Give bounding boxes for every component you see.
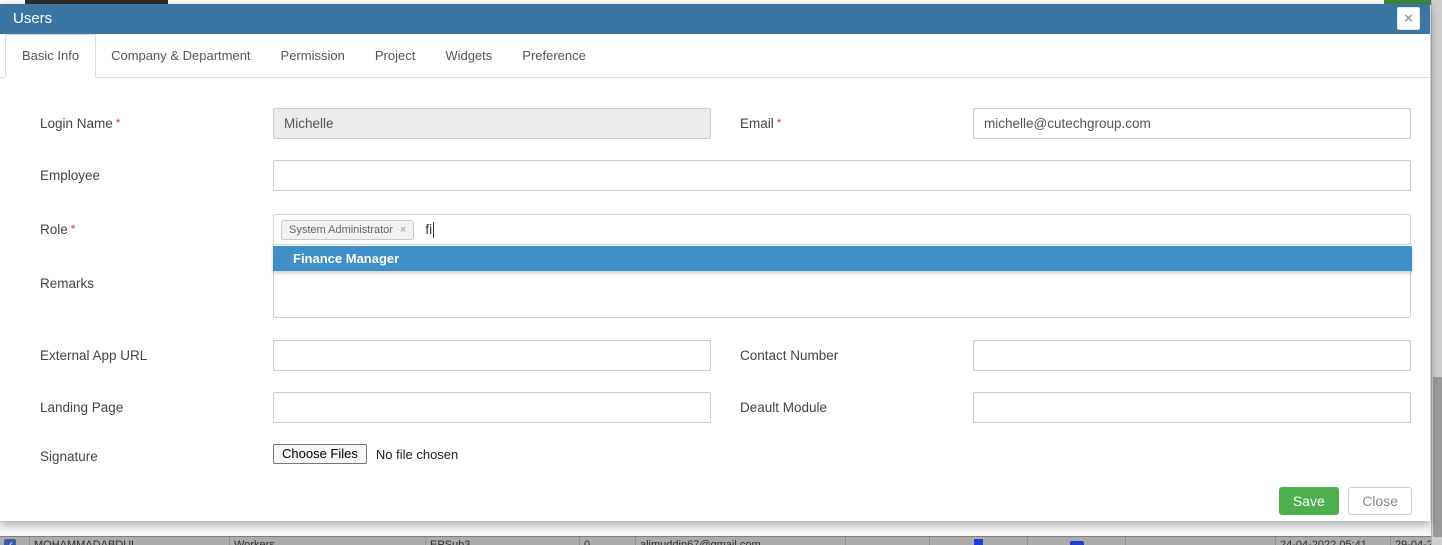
tab-preference[interactable]: Preference [507, 34, 601, 77]
flag-icon[interactable] [974, 539, 983, 545]
tab-company-department[interactable]: Company & Department [96, 34, 265, 77]
tab-bar: Basic Info Company & Department Permissi… [0, 34, 1430, 78]
page-root: ✓ MOHAMMADABDUL Workers EPSub3 0 alimudd… [0, 0, 1442, 545]
modal-title: Users [13, 4, 52, 34]
scrollbar-thumb[interactable] [1433, 377, 1442, 537]
table-cell-checkbox[interactable]: ✓ [0, 537, 30, 545]
table-cell-date-created: 24-04-2022 05:41 [1276, 537, 1391, 545]
signature-file-input[interactable]: Choose Files No file chosen [273, 444, 458, 464]
save-button[interactable]: Save [1279, 487, 1339, 515]
basic-info-form: Login Name* Email* Employee Role* System… [0, 79, 1430, 521]
remove-tag-icon[interactable]: × [400, 224, 406, 236]
signature-label: Signature [40, 441, 98, 472]
external-app-url-label: External App URL [40, 340, 147, 371]
landing-page-label: Landing Page [40, 392, 123, 423]
deault-module-label: Deault Module [740, 392, 827, 423]
role-label: Role* [40, 214, 75, 245]
close-icon[interactable]: × [1397, 7, 1420, 30]
tab-project[interactable]: Project [360, 34, 430, 77]
required-asterisk: * [116, 116, 121, 130]
role-multiselect[interactable]: System Administrator × fi [273, 214, 1411, 245]
table-cell-company: EPSub3 [426, 537, 580, 545]
email-label: Email* [740, 108, 781, 139]
page-scrollbar[interactable] [1431, 0, 1442, 545]
role-tag-system-administrator: System Administrator × [281, 220, 414, 240]
checkbox-icon[interactable]: ✓ [4, 539, 16, 545]
users-modal: Users × Basic Info Company & Department … [0, 4, 1430, 521]
table-cell-date-modified: 29-04-2022 07 [1391, 537, 1431, 545]
email-field[interactable] [973, 108, 1411, 139]
modal-footer: Save Close [0, 487, 1412, 515]
text-caret [433, 222, 434, 238]
background-strip [0, 521, 1431, 536]
close-button[interactable]: Close [1348, 487, 1412, 515]
table-cell-spacer [1126, 537, 1276, 545]
remarks-label: Remarks [40, 268, 94, 299]
deault-module-field[interactable] [973, 392, 1411, 423]
table-cell-people[interactable] [1028, 537, 1126, 545]
required-asterisk: * [777, 116, 782, 130]
file-chosen-status: No file chosen [376, 447, 458, 462]
tab-widgets[interactable]: Widgets [430, 34, 507, 77]
employee-label: Employee [40, 160, 100, 191]
tab-basic-info[interactable]: Basic Info [5, 34, 96, 78]
table-cell-user-type: Workers [230, 537, 426, 545]
login-name-label: Login Name* [40, 108, 120, 139]
login-name-field[interactable] [273, 108, 711, 139]
role-autocomplete-dropdown: Finance Manager [273, 246, 1412, 271]
table-cell-flag[interactable] [930, 537, 1028, 545]
contact-number-label: Contact Number [740, 340, 838, 371]
background-table-row: ✓ MOHAMMADABDUL Workers EPSub3 0 alimudd… [0, 536, 1431, 545]
tab-permission[interactable]: Permission [266, 34, 360, 77]
choose-files-button[interactable]: Choose Files [273, 444, 367, 464]
table-cell-spacer [846, 537, 930, 545]
required-asterisk: * [71, 222, 76, 236]
role-typed-text[interactable]: fi [425, 222, 432, 237]
people-icon[interactable] [1070, 541, 1084, 545]
dropdown-option-finance-manager[interactable]: Finance Manager [273, 246, 1412, 271]
landing-page-field[interactable] [273, 392, 711, 423]
external-app-url-field[interactable] [273, 340, 711, 371]
table-cell-name: MOHAMMADABDUL [30, 537, 230, 545]
table-cell-count: 0 [580, 537, 636, 545]
table-cell-email: alimuddin67@gmail.com [636, 537, 846, 545]
modal-header: Users × [0, 4, 1430, 34]
employee-field[interactable] [273, 160, 1411, 191]
contact-number-field[interactable] [973, 340, 1411, 371]
